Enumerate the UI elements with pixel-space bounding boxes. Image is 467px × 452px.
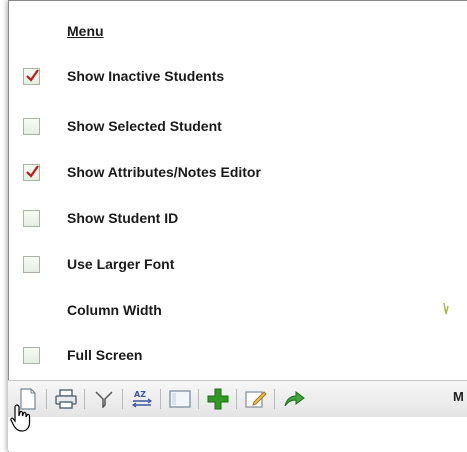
hand-cursor-icon — [10, 404, 31, 432]
toolbar-separator — [122, 389, 123, 409]
menu-item-column-width[interactable]: Column Width — [23, 299, 463, 321]
edit-icon — [245, 391, 267, 408]
forward-arrow-icon — [284, 391, 305, 407]
menu-item-full-screen[interactable]: Full Screen — [23, 344, 463, 366]
menu-item-label: Show Selected Student — [67, 118, 222, 134]
toolbar-separator — [198, 389, 199, 409]
add-icon — [207, 388, 229, 410]
menu-item-label: Use Larger Font — [67, 256, 175, 272]
checkbox-show-student-id[interactable] — [23, 209, 40, 227]
menu-item-label: Show Inactive Students — [67, 68, 225, 84]
menu-item-show-attributes-notes-editor[interactable]: Show Attributes/Notes Editor — [23, 161, 463, 183]
checkmark-icon — [26, 68, 39, 82]
forward-button[interactable] — [280, 385, 308, 413]
menu-item-show-inactive-students[interactable]: Show Inactive Students — [23, 65, 463, 87]
toolbar-separator — [274, 389, 275, 409]
print-icon — [55, 389, 77, 409]
toolbar-overflow-text[interactable]: M — [453, 389, 464, 404]
checkbox-show-attributes-notes-editor[interactable] — [23, 163, 40, 181]
filter-button[interactable] — [90, 385, 118, 413]
menu-item-use-larger-font[interactable]: Use Larger Font — [23, 253, 463, 275]
sort-az-icon: AZ — [131, 390, 153, 408]
checkbox-show-selected-student[interactable] — [23, 117, 40, 135]
toolbar-separator — [84, 389, 85, 409]
filter-icon — [95, 391, 113, 408]
print-button[interactable] — [52, 385, 80, 413]
window-icon — [169, 390, 191, 408]
checkbox-use-larger-font[interactable] — [23, 255, 40, 273]
add-button[interactable] — [204, 385, 232, 413]
toolbar: AZ M — [8, 380, 467, 418]
checkbox-show-inactive-students[interactable] — [23, 67, 40, 85]
menu-item-label: Full Screen — [67, 347, 143, 363]
checkbox-full-screen[interactable] — [23, 346, 40, 364]
menu-item-label: Show Attributes/Notes Editor — [67, 164, 261, 180]
menu-item-label: Show Student ID — [67, 210, 179, 226]
edit-button[interactable] — [242, 385, 270, 413]
sort-button[interactable]: AZ — [128, 385, 156, 413]
slider-handle-icon[interactable] — [443, 302, 449, 316]
menu-item-show-selected-student[interactable]: Show Selected Student — [23, 115, 463, 137]
svg-text:AZ: AZ — [134, 390, 146, 399]
menu-title[interactable]: Menu — [67, 23, 104, 39]
window-button[interactable] — [166, 385, 194, 413]
menu-item-label: Column Width — [67, 302, 162, 318]
toolbar-separator — [160, 389, 161, 409]
toolbar-separator — [46, 389, 47, 409]
menu-item-show-student-id[interactable]: Show Student ID — [23, 207, 463, 229]
toolbar-separator — [236, 389, 237, 409]
content-area — [8, 417, 467, 451]
checkmark-icon — [26, 164, 39, 178]
